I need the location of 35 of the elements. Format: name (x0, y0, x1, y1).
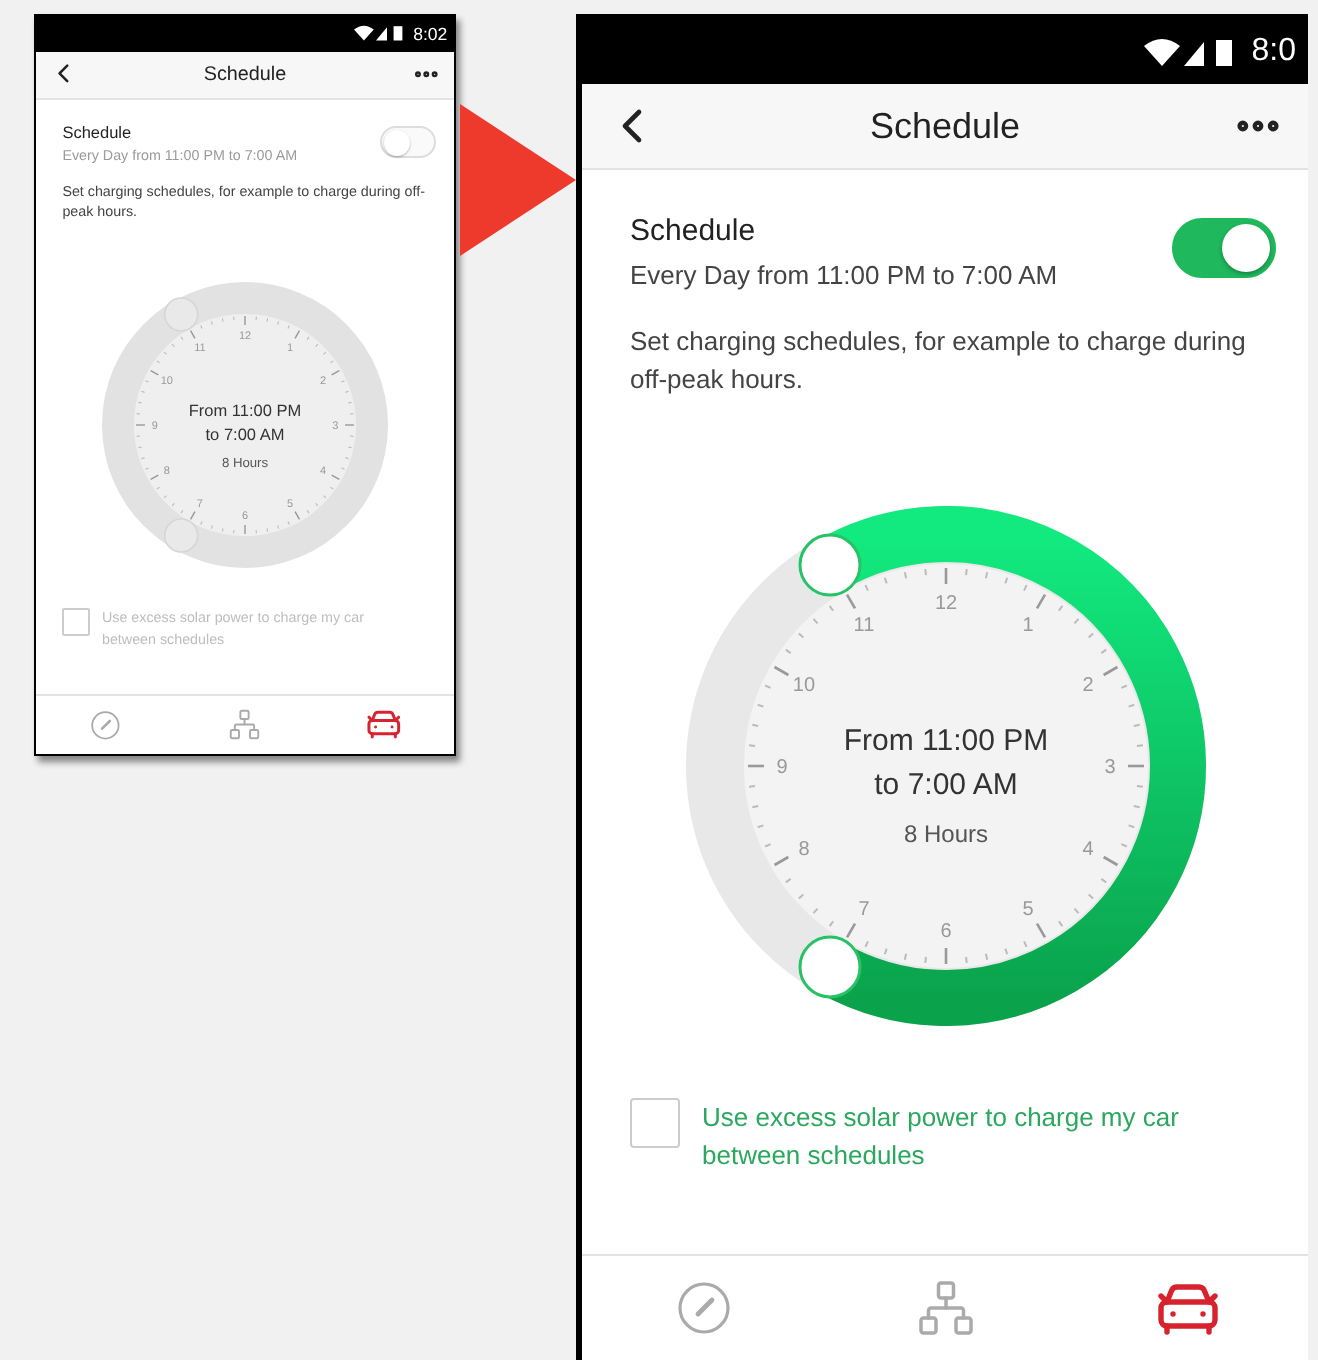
screen-title: Schedule (867, 105, 1023, 147)
clock-number: 4 (1081, 839, 1093, 861)
solar-checkbox[interactable] (62, 608, 90, 637)
clock-number: 1 (1021, 614, 1033, 637)
end-handle[interactable] (163, 519, 199, 554)
clock-number: 3 (1103, 757, 1115, 779)
schedule-summary: Every Day from 11:00 PM to 7:00 AM (630, 260, 1058, 290)
clock-number: 2 (1081, 675, 1093, 697)
status-time: 8:02 (413, 23, 448, 44)
clock-number: 9 (775, 757, 787, 779)
start-handle[interactable] (797, 533, 861, 597)
clock-number: 11 (852, 614, 874, 637)
gauge-icon[interactable] (675, 1280, 731, 1336)
network-icon[interactable] (915, 1278, 975, 1338)
schedule-switch[interactable] (1172, 218, 1276, 278)
gauge-icon[interactable] (90, 709, 122, 740)
solar-checkbox[interactable] (630, 1098, 680, 1148)
status-icons (353, 24, 407, 43)
screen-title: Schedule (201, 63, 289, 86)
clock-from: From 11:00 PM (842, 724, 1048, 758)
clock-duration: 8 Hours (902, 820, 988, 848)
clock-number: 12 (933, 593, 957, 615)
end-handle[interactable] (797, 935, 861, 999)
network-icon[interactable] (228, 707, 262, 741)
clock-number: 10 (791, 675, 815, 697)
description-text: Set charging schedules, for example to charge during off-peak hours. (630, 324, 1248, 398)
start-handle[interactable] (163, 298, 199, 333)
solar-label: Use excess solar power to charge my car between schedules (702, 1100, 1181, 1174)
clock-number: 5 (1021, 899, 1033, 922)
clock-number: 6 (939, 921, 951, 943)
clock-number: 8 (797, 839, 809, 861)
status-time: 8:0 (1251, 34, 1296, 70)
schedule-label: Schedule (630, 214, 758, 248)
clock-to: to 7:00 AM (873, 768, 1017, 802)
clock-number: 7 (857, 899, 869, 922)
